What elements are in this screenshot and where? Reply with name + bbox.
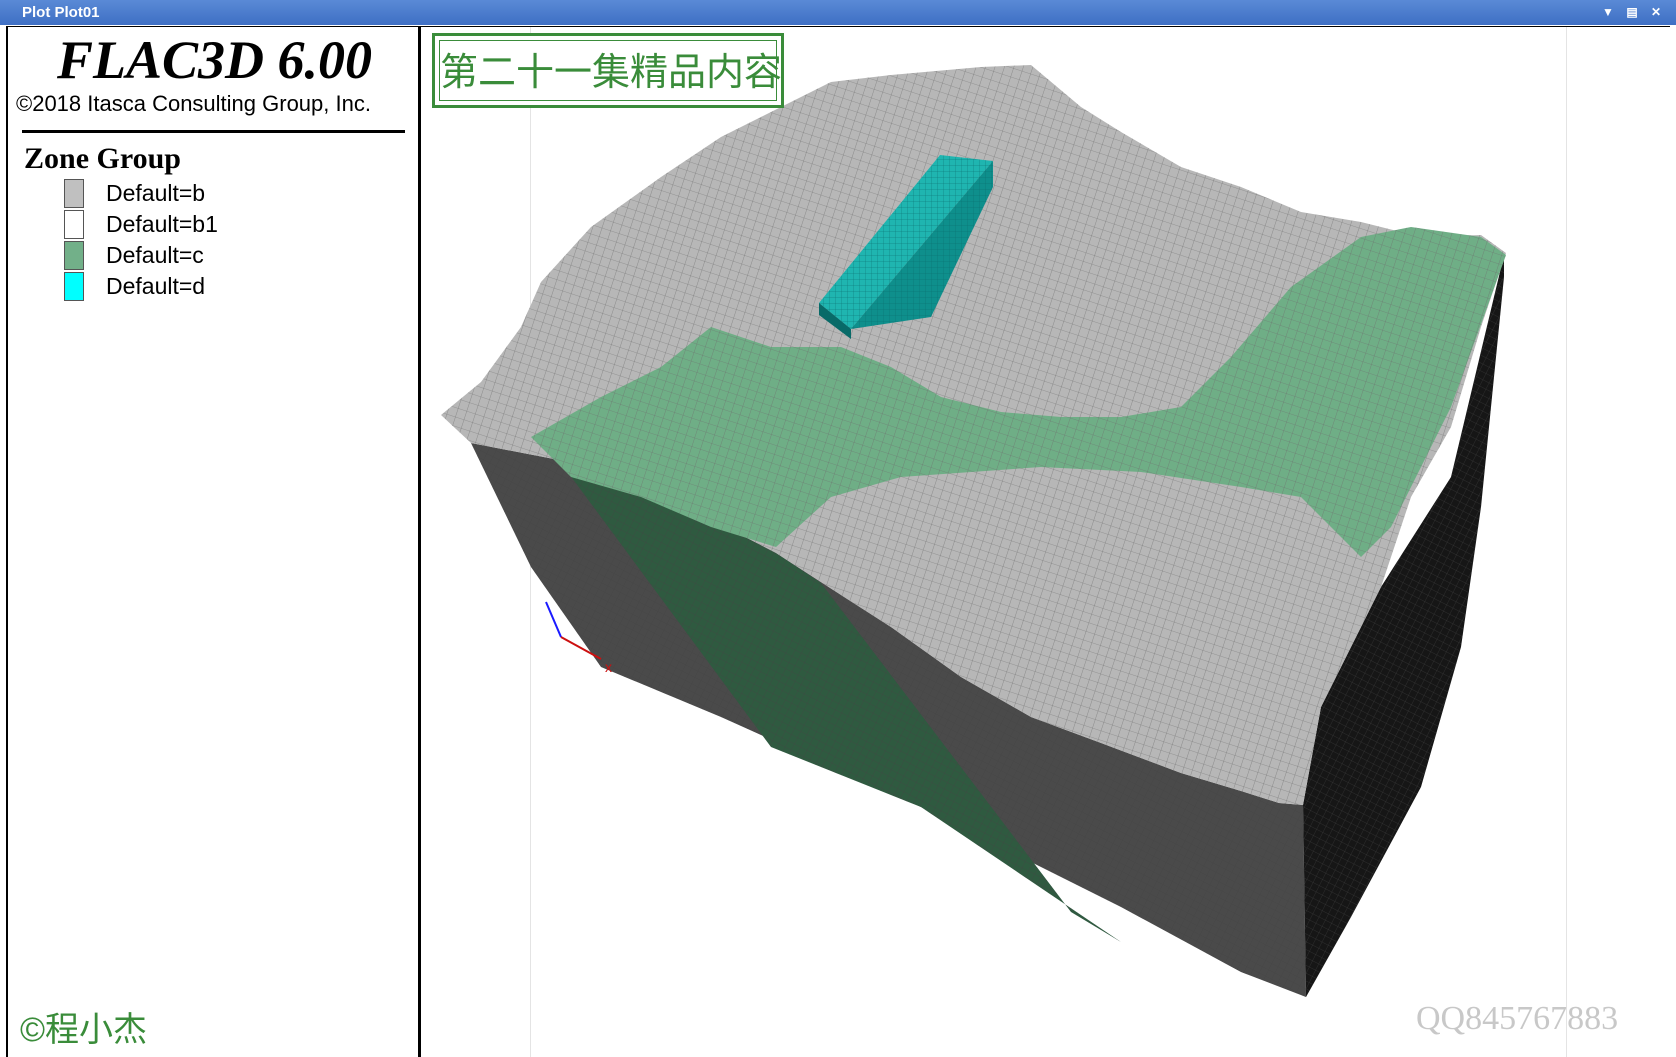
legend-label: Default=b1 [106, 211, 218, 237]
maximize-icon[interactable]: ▤ [1622, 0, 1642, 25]
legend-title: Zone Group [24, 142, 181, 175]
window-titlebar: Plot Plot01 ▼ ▤ ✕ [0, 0, 1676, 25]
legend-divider [22, 130, 405, 133]
copyright-text: ©2018 Itasca Consulting Group, Inc. [16, 91, 371, 116]
stamp-box: 第二十一集精品内容 [432, 33, 784, 108]
stamp-text: 第二十一集精品内容 [439, 40, 782, 101]
axis-x-label: x [605, 659, 612, 675]
window-title: Plot Plot01 [22, 4, 100, 21]
chevron-down-icon[interactable]: ▼ [1598, 0, 1618, 25]
app-title: FLAC3D 6.00 [56, 30, 373, 90]
legend-panel: FLAC3D 6.00 ©2018 Itasca Consulting Grou… [8, 27, 421, 1057]
legend-label: Default=c [106, 242, 204, 268]
legend-swatch [64, 210, 84, 239]
author-watermark: ©程小杰 [20, 1011, 148, 1049]
legend-label: Default=d [106, 273, 206, 299]
model-3d-view[interactable]: x [421, 27, 1670, 1057]
legend-label: Default=b [106, 180, 206, 206]
legend-swatch [64, 272, 84, 301]
qq-watermark: QQ845767883 [1416, 1000, 1619, 1037]
legend-swatch [64, 241, 84, 270]
legend-swatch [64, 179, 84, 208]
close-icon[interactable]: ✕ [1646, 0, 1666, 25]
